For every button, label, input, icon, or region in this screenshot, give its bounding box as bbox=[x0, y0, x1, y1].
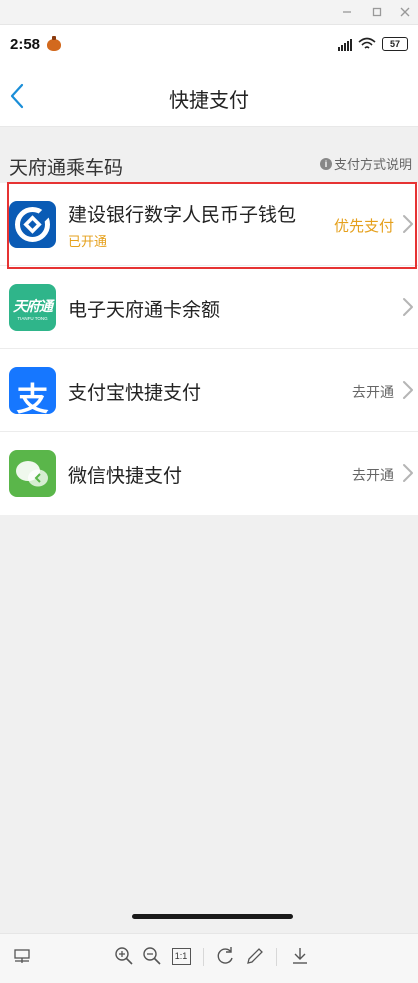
tianfutong-logo: 天府通 TIANFU TONG bbox=[9, 284, 56, 331]
info-icon: i bbox=[319, 157, 332, 170]
toolbar-divider bbox=[203, 948, 204, 966]
actual-size-icon[interactable]: 1:1 bbox=[170, 945, 192, 967]
maximize-icon[interactable] bbox=[366, 2, 388, 22]
payment-method-title: 电子天府通卡余额 bbox=[68, 300, 221, 321]
section-header: 天府通乘车码 i 支付方式说明 bbox=[0, 127, 418, 183]
phone-screen: 2:58 57 快捷支付 天府通乘车码 i 支付方式说明 建设银行数字人民币子钱… bbox=[0, 25, 418, 933]
chevron-right-icon bbox=[403, 215, 413, 233]
payment-method-wechat[interactable]: 微信快捷支付 去开通 bbox=[0, 432, 418, 515]
zoom-out-icon[interactable] bbox=[141, 945, 163, 967]
payment-help-label: 支付方式说明 bbox=[333, 157, 412, 172]
tianfutong-logo-text: 天府通 bbox=[13, 298, 53, 314]
status-bar: 2:58 57 bbox=[0, 25, 418, 65]
status-time: 2:58 bbox=[10, 36, 41, 53]
wifi-icon bbox=[358, 37, 376, 49]
ccb-logo bbox=[9, 201, 56, 248]
edit-icon[interactable] bbox=[244, 945, 266, 967]
wechat-logo bbox=[9, 450, 56, 497]
payment-method-subtitle: 已开通 bbox=[68, 234, 108, 249]
viewer-toolbar: 1:1 bbox=[0, 933, 418, 983]
priority-pay-badge: 优先支付 bbox=[333, 218, 394, 235]
thumbnails-icon[interactable] bbox=[11, 945, 33, 967]
navigation-bar: 快捷支付 bbox=[0, 65, 418, 127]
pumpkin-notification-icon bbox=[47, 36, 61, 51]
page-title: 快捷支付 bbox=[169, 90, 249, 112]
payment-method-ccb[interactable]: 建设银行数字人民币子钱包 已开通 优先支付 bbox=[0, 183, 418, 266]
toolbar-divider bbox=[276, 948, 277, 966]
home-indicator[interactable] bbox=[132, 914, 293, 919]
window-title-bar bbox=[0, 0, 418, 25]
alipay-logo: 支 bbox=[9, 367, 56, 414]
chevron-right-icon bbox=[403, 381, 413, 399]
download-icon[interactable] bbox=[289, 945, 311, 967]
activate-link[interactable]: 去开通 bbox=[352, 465, 394, 485]
payment-help-link[interactable]: i 支付方式说明 bbox=[319, 154, 412, 173]
actual-size-label: 1:1 bbox=[171, 947, 191, 965]
payment-method-title: 微信快捷支付 bbox=[68, 466, 183, 487]
activate-link[interactable]: 去开通 bbox=[352, 382, 394, 402]
zoom-in-icon[interactable] bbox=[113, 945, 135, 967]
payment-method-title: 支付宝快捷支付 bbox=[68, 383, 202, 404]
chevron-right-icon bbox=[403, 464, 413, 482]
alipay-logo-glyph: 支 bbox=[16, 381, 49, 414]
chevron-right-icon bbox=[403, 298, 413, 316]
rotate-icon[interactable] bbox=[215, 945, 237, 967]
tianfutong-logo-subtext: TIANFU TONG bbox=[17, 316, 48, 321]
section-title: 天府通乘车码 bbox=[9, 158, 124, 179]
battery-icon: 57 bbox=[382, 37, 408, 51]
minimize-icon[interactable] bbox=[336, 2, 358, 22]
battery-level: 57 bbox=[389, 39, 400, 49]
payment-method-tianfutong[interactable]: 天府通 TIANFU TONG 电子天府通卡余额 bbox=[0, 266, 418, 349]
payment-method-alipay[interactable]: 支 支付宝快捷支付 去开通 bbox=[0, 349, 418, 432]
payment-method-title: 建设银行数字人民币子钱包 bbox=[68, 205, 297, 226]
payment-method-list: 建设银行数字人民币子钱包 已开通 优先支付 天府通 TIANFU TONG 电子… bbox=[0, 183, 418, 515]
signal-icon bbox=[338, 37, 352, 51]
close-icon[interactable] bbox=[394, 2, 416, 22]
